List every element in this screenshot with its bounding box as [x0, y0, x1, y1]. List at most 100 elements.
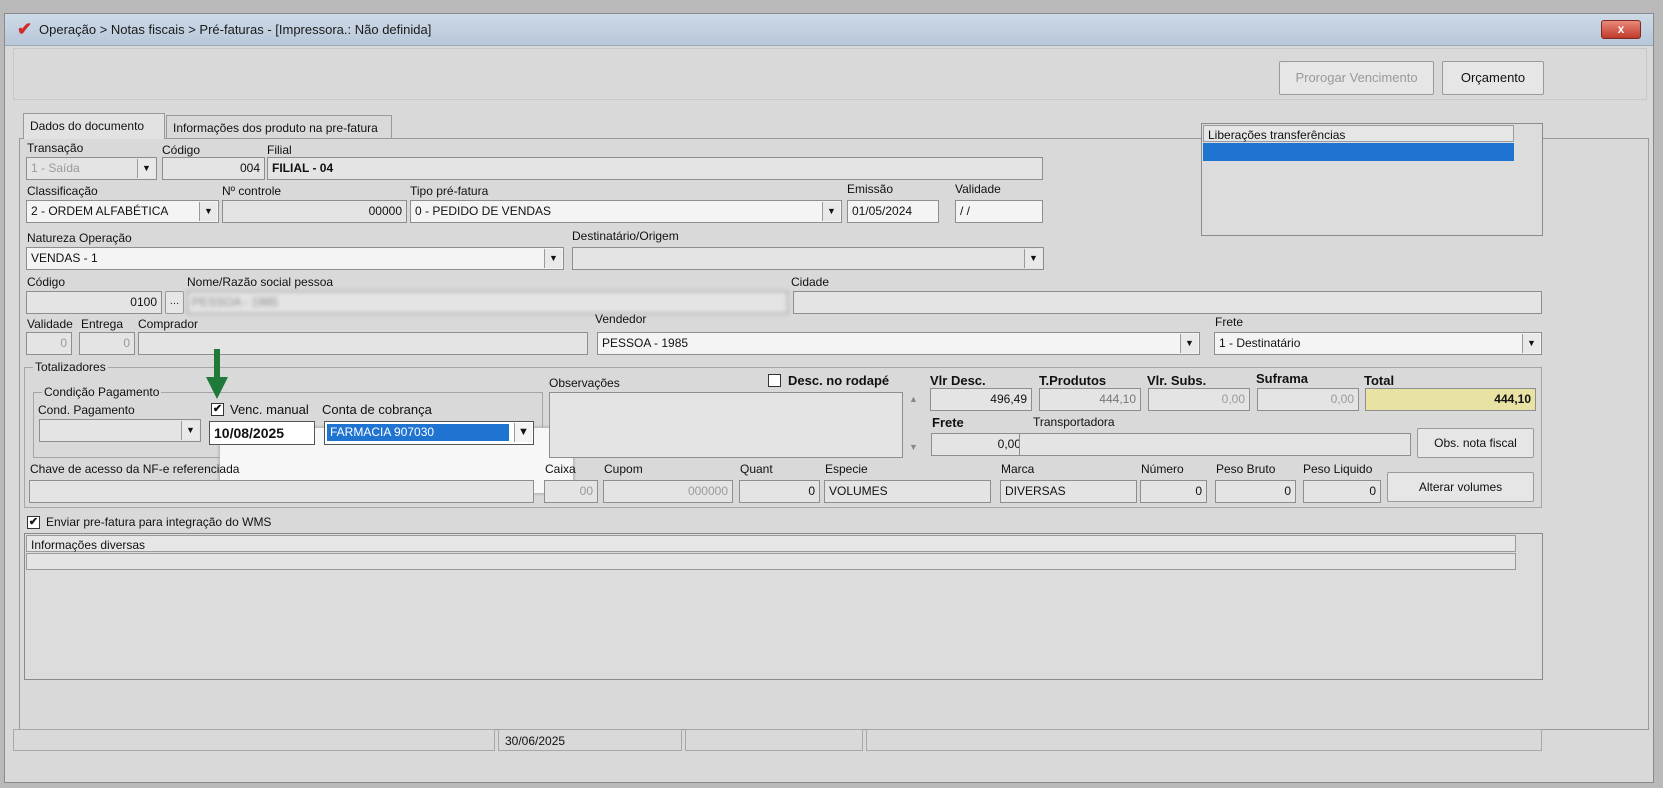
- destinatario-label: Destinatário/Origem: [572, 229, 679, 243]
- venc-manual-label: Venc. manual: [230, 402, 309, 417]
- observacoes-textarea[interactable]: [549, 392, 903, 458]
- validade2-field[interactable]: 0: [26, 332, 72, 355]
- chevron-down-icon: ▼: [181, 421, 199, 440]
- cupom-label: Cupom: [604, 462, 643, 476]
- codigo-pessoa-label: Código: [27, 275, 66, 289]
- informacoes-diversas-header: Informações diversas: [26, 535, 1516, 552]
- condicao-pagamento-title: Condição Pagamento: [42, 385, 162, 399]
- quant-field[interactable]: 0: [739, 480, 820, 503]
- frete-valor-label: Frete: [932, 415, 964, 430]
- chevron-down-icon: ▼: [822, 202, 840, 221]
- suframa-field[interactable]: 0,00: [1257, 388, 1359, 411]
- cidade-label: Cidade: [791, 275, 830, 289]
- classificacao-select[interactable]: 2 - ORDEM ALFABÉTICA ▼: [26, 200, 219, 223]
- numero-field[interactable]: 0: [1140, 480, 1207, 503]
- toolbar: Prorogar Vencimento Orçamento: [13, 48, 1647, 100]
- chave-acesso-label: Chave de acesso da NF-e referenciada: [30, 462, 240, 476]
- status-date: 30/06/2025: [498, 729, 682, 751]
- orcamento-button[interactable]: Orçamento: [1442, 61, 1544, 95]
- vlr-desc-label: Vlr Desc.: [930, 373, 986, 388]
- transportadora-field[interactable]: [1019, 433, 1411, 456]
- t-produtos-label: T.Produtos: [1039, 373, 1107, 388]
- natureza-value: VENDAS - 1: [31, 251, 98, 265]
- filial-label: Filial: [267, 143, 292, 157]
- peso-liquido-field[interactable]: 0: [1303, 480, 1381, 503]
- tab-informacoes-produto[interactable]: Informações dos produto na pre-fatura: [166, 115, 392, 139]
- window-title: Operação > Notas fiscais > Pré-faturas -…: [39, 22, 432, 37]
- close-button[interactable]: x: [1601, 20, 1641, 39]
- frete-valor-field[interactable]: 0,00: [931, 433, 1026, 456]
- scroll-up-icon[interactable]: ▲: [909, 394, 918, 404]
- obs-nota-fiscal-button[interactable]: Obs. nota fiscal: [1417, 428, 1534, 458]
- caixa-field[interactable]: 00: [544, 480, 598, 503]
- codigo-pessoa-field[interactable]: 0100: [26, 291, 162, 314]
- entrega-field[interactable]: 0: [79, 332, 135, 355]
- frete-tipo-label: Frete: [1215, 315, 1244, 329]
- validade2-label: Validade: [27, 317, 73, 331]
- vendedor-select[interactable]: PESSOA - 1985 ▼: [597, 332, 1200, 355]
- especie-label: Especie: [825, 462, 868, 476]
- marca-field[interactable]: DIVERSAS: [1000, 480, 1137, 503]
- app-logo-icon: ✔: [17, 19, 33, 39]
- green-arrow-icon: [206, 349, 228, 399]
- liberacoes-header: Liberações transferências: [1203, 125, 1514, 142]
- validade-label: Validade: [955, 182, 1001, 196]
- transacao-select[interactable]: 1 - Saída ▼: [26, 157, 157, 180]
- informacoes-diversas-list[interactable]: Informações diversas: [24, 533, 1543, 680]
- alterar-volumes-button[interactable]: Alterar volumes: [1387, 472, 1534, 502]
- chevron-down-icon: ▼: [199, 202, 217, 221]
- transportadora-label: Transportadora: [1033, 415, 1115, 429]
- liberacoes-selected-row[interactable]: [1203, 143, 1514, 161]
- controle-label: Nº controle: [222, 184, 282, 198]
- validade-field[interactable]: / /: [955, 200, 1043, 223]
- prorrogar-vencimento-button[interactable]: Prorogar Vencimento: [1279, 61, 1434, 95]
- wms-checkbox[interactable]: ✔: [27, 516, 40, 529]
- frete-tipo-value: 1 - Destinatário: [1219, 336, 1301, 350]
- nome-label: Nome/Razão social pessoa: [187, 275, 334, 289]
- peso-bruto-field[interactable]: 0: [1215, 480, 1296, 503]
- t-produtos-field[interactable]: 444,10: [1039, 388, 1141, 411]
- emissao-field[interactable]: 01/05/2024: [847, 200, 939, 223]
- peso-liquido-label: Peso Liquido: [1303, 462, 1373, 476]
- liberacoes-list[interactable]: Liberações transferências: [1201, 123, 1543, 236]
- destinatario-select[interactable]: ▼: [572, 247, 1044, 270]
- scroll-down-icon[interactable]: ▼: [909, 442, 918, 452]
- tipo-prefatura-label: Tipo pré-fatura: [410, 184, 489, 198]
- chave-acesso-field[interactable]: [29, 480, 534, 503]
- nome-field[interactable]: PESSOA - 1985: [187, 291, 788, 314]
- desc-rodape-checkbox[interactable]: [768, 374, 781, 387]
- total-field[interactable]: 444,10: [1365, 388, 1536, 411]
- venc-manual-checkbox[interactable]: ✔: [211, 403, 224, 416]
- chevron-down-icon: ▼: [544, 249, 562, 268]
- status-bar: 30/06/2025: [13, 729, 1647, 753]
- classificacao-label: Classificação: [27, 184, 98, 198]
- vendedor-label: Vendedor: [595, 312, 647, 326]
- venc-date-field[interactable]: 10/08/2025: [209, 421, 315, 445]
- transacao-value: 1 - Saída: [31, 161, 80, 175]
- tab-dados-documento[interactable]: Dados do documento: [23, 113, 165, 139]
- informacoes-diversas-row[interactable]: [26, 553, 1516, 570]
- tipo-prefatura-select[interactable]: 0 - PEDIDO DE VENDAS ▼: [410, 200, 842, 223]
- vlr-desc-field[interactable]: 496,49: [930, 388, 1032, 411]
- filial-field[interactable]: FILIAL - 04: [267, 157, 1043, 180]
- vendedor-value: PESSOA - 1985: [602, 336, 689, 350]
- cidade-field[interactable]: [793, 291, 1542, 314]
- emissao-label: Emissão: [847, 182, 894, 196]
- codigo-field[interactable]: 004: [162, 157, 265, 180]
- frete-tipo-select[interactable]: 1 - Destinatário ▼: [1214, 332, 1542, 355]
- search-pessoa-button[interactable]: …: [165, 291, 184, 314]
- marca-label: Marca: [1001, 462, 1035, 476]
- vlr-subs-field[interactable]: 0,00: [1148, 388, 1250, 411]
- caixa-label: Caixa: [545, 462, 576, 476]
- especie-field[interactable]: VOLUMES: [824, 480, 991, 503]
- chevron-down-icon: ▼: [1024, 249, 1042, 268]
- cond-pagamento-select[interactable]: ▼: [39, 419, 201, 442]
- cupom-field[interactable]: 000000: [603, 480, 733, 503]
- chevron-down-icon: ▼: [1522, 334, 1540, 353]
- quant-label: Quant: [740, 462, 773, 476]
- natureza-select[interactable]: VENDAS - 1 ▼: [26, 247, 564, 270]
- natureza-label: Natureza Operação: [27, 231, 132, 245]
- conta-cobranca-select[interactable]: FARMACIA 907030 ▼: [324, 421, 534, 445]
- controle-field[interactable]: 00000: [222, 200, 407, 223]
- vlr-subs-label: Vlr. Subs.: [1147, 373, 1207, 388]
